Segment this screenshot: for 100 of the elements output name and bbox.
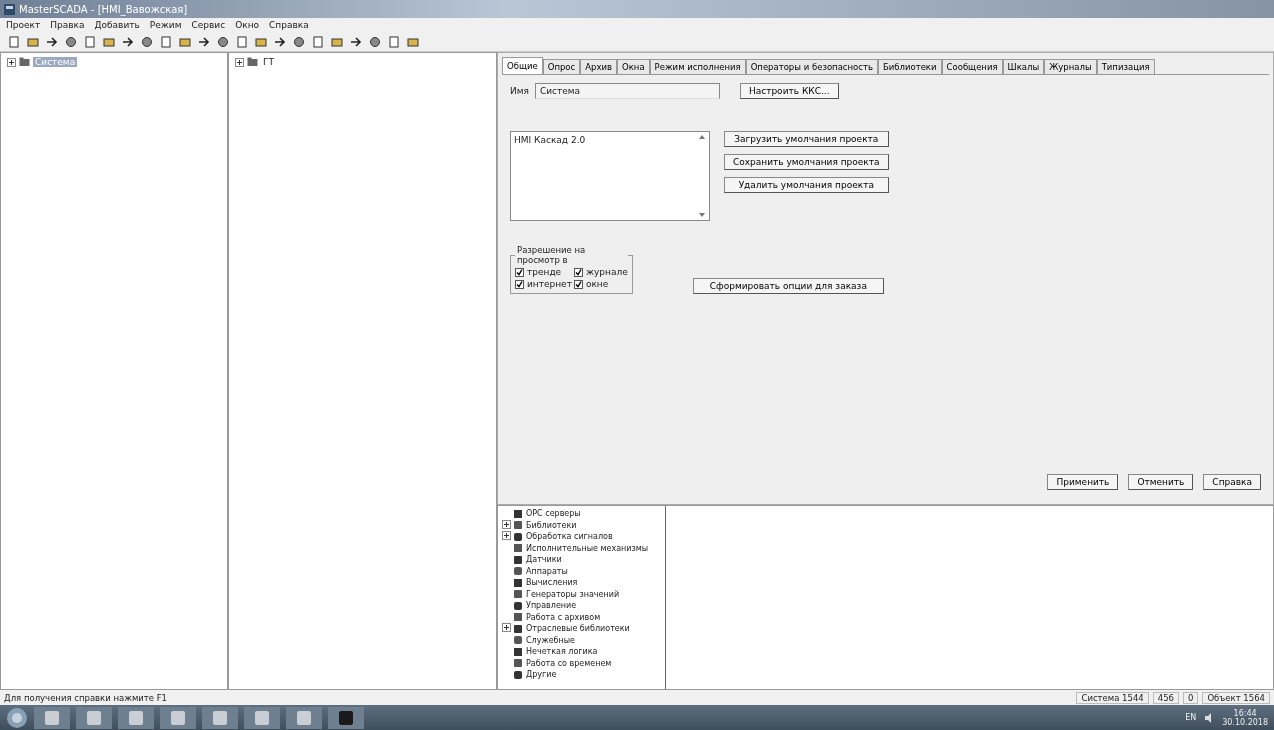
library-item[interactable]: Другие: [526, 670, 557, 680]
tab[interactable]: Архив: [580, 59, 617, 74]
name-field[interactable]: Система: [534, 83, 720, 99]
library-icon: [513, 658, 523, 669]
expand-icon[interactable]: [502, 623, 511, 633]
expand-icon[interactable]: [502, 531, 511, 541]
tab[interactable]: Сообщения: [941, 59, 1003, 74]
tree-node-icon: [19, 57, 30, 67]
checkbox[interactable]: [573, 267, 583, 277]
dialog-button[interactable]: Отменить: [1128, 474, 1194, 490]
library-icon: [513, 669, 523, 680]
expand-icon[interactable]: [502, 519, 511, 529]
expand-icon[interactable]: [7, 57, 16, 67]
library-icon: [513, 520, 523, 531]
library-item[interactable]: OPC серверы: [526, 509, 581, 519]
taskbar-button[interactable]: [160, 706, 196, 729]
new-file-icon: [8, 35, 20, 48]
clock-date: 30.10.2018: [1222, 717, 1268, 727]
scroll-up-icon[interactable]: [699, 135, 705, 139]
app-icon: [4, 3, 15, 15]
library-icon: [513, 646, 523, 657]
app-icon: [87, 710, 101, 725]
tab[interactable]: Шкалы: [1002, 59, 1045, 74]
taskbar-button[interactable]: [118, 706, 154, 729]
status-cell: Объект 1564: [1202, 691, 1270, 704]
checkbox[interactable]: [573, 279, 583, 289]
app-icon: [255, 710, 269, 725]
clock-time: 16:44: [1233, 708, 1257, 718]
menu-item[interactable]: Режим: [149, 20, 182, 30]
library-item[interactable]: Аппараты: [526, 566, 568, 576]
taskbar-button[interactable]: [328, 706, 364, 729]
library-item[interactable]: Работа с архивом: [526, 612, 601, 622]
defaults-button[interactable]: Загрузить умолчания проекта: [724, 131, 889, 147]
menu-item[interactable]: Сервис: [191, 20, 226, 30]
defaults-button[interactable]: Сохранить умолчания проекта: [724, 154, 889, 170]
taskbar-button[interactable]: [34, 706, 70, 729]
library-icon: [513, 635, 523, 646]
scroll-down-icon[interactable]: [699, 213, 705, 217]
checkbox-label: окне: [585, 279, 609, 289]
library-item[interactable]: Нечеткая логика: [526, 647, 598, 657]
tab[interactable]: Библиотеки: [877, 59, 942, 74]
tab[interactable]: Режим исполнения: [649, 59, 746, 74]
library-item[interactable]: Библиотеки: [526, 520, 577, 530]
library-item[interactable]: Работа со временем: [526, 658, 612, 668]
tree-node-icon: [247, 57, 258, 67]
tree-item[interactable]: ГТ: [261, 57, 276, 67]
kks-button[interactable]: Настроить ККС...: [739, 83, 839, 99]
description-field[interactable]: HMI Каскад 2.0: [510, 131, 710, 221]
library-item[interactable]: Обработка сигналов: [526, 532, 613, 542]
library-icon: [513, 508, 523, 519]
dialog-button[interactable]: Справка: [1203, 474, 1261, 490]
status-cell: Система 1544: [1076, 691, 1149, 704]
taskbar-button[interactable]: [202, 706, 238, 729]
library-icon: [513, 612, 523, 623]
name-label: Имя: [510, 86, 529, 96]
menu-item[interactable]: Справка: [269, 20, 309, 30]
library-item[interactable]: Датчики: [526, 555, 562, 565]
order-options-button[interactable]: Сформировать опции для заказа: [692, 278, 884, 294]
app-icon: [339, 710, 353, 725]
defaults-button[interactable]: Удалить умолчания проекта: [724, 177, 889, 193]
tab[interactable]: Общие: [502, 57, 543, 74]
checkbox[interactable]: [515, 279, 524, 289]
menu-item[interactable]: Правка: [50, 20, 85, 30]
dialog-button[interactable]: Применить: [1047, 474, 1119, 490]
language-indicator[interactable]: EN: [1185, 713, 1197, 722]
checkbox-label: тренде: [527, 267, 562, 277]
taskbar-button[interactable]: [286, 706, 322, 729]
expand-icon[interactable]: [235, 57, 244, 67]
library-item[interactable]: Генераторы значений: [526, 589, 620, 599]
taskbar-button[interactable]: [76, 706, 112, 729]
library-item[interactable]: Вычисления: [526, 578, 578, 588]
library-item[interactable]: Отраслевые библиотеки: [526, 624, 630, 634]
open-folder-icon: [27, 35, 39, 48]
library-item[interactable]: Служебные: [526, 635, 575, 645]
menu-item[interactable]: Добавить: [94, 20, 140, 30]
app-icon: [213, 710, 227, 725]
tab[interactable]: Типизация: [1096, 59, 1155, 74]
checkbox[interactable]: [515, 267, 524, 277]
tab[interactable]: Операторы и безопасность: [745, 59, 878, 74]
status-cell: 456: [1152, 691, 1179, 704]
library-icon: [513, 543, 523, 554]
status-cell: 0: [1183, 691, 1199, 704]
library-icon: [513, 589, 523, 600]
app-icon: [129, 710, 143, 725]
checkbox-label: журнале: [585, 267, 628, 277]
menu-item[interactable]: Проект: [6, 20, 41, 30]
library-icon: [513, 554, 523, 565]
menu-item[interactable]: Окно: [235, 20, 260, 30]
status-hint: Для получения справки нажмите F1: [4, 692, 167, 703]
checkbox-label: интернет: [527, 279, 572, 289]
taskbar-button[interactable]: [244, 706, 280, 729]
tab[interactable]: Журналы: [1044, 59, 1097, 74]
app-icon: [171, 710, 185, 725]
tab[interactable]: Окна: [617, 59, 650, 74]
window-title: MasterSCADA - [HMI_Вавожская]: [19, 3, 188, 15]
start-orb-icon[interactable]: [6, 706, 28, 729]
library-item[interactable]: Управление: [526, 601, 577, 611]
library-item[interactable]: Исполнительные механизмы: [526, 543, 649, 553]
library-icon: [513, 531, 523, 542]
tab[interactable]: Опрос: [542, 59, 581, 74]
